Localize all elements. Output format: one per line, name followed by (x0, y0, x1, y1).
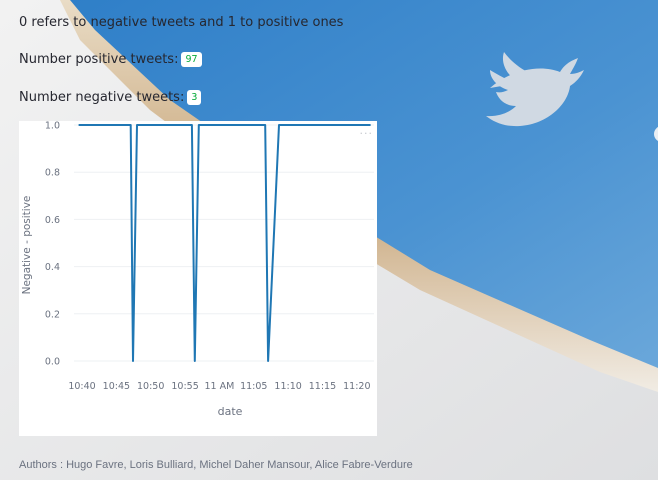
y-tick-label: 0.6 (45, 215, 60, 226)
negative-count-row: Number negative tweets: 3 (19, 90, 202, 105)
y-tick-label: 0.2 (45, 309, 60, 320)
y-tick-label: 0.8 (45, 168, 60, 179)
x-tick-label: 10:45 (103, 381, 130, 392)
negative-count-label: Number negative tweets: (19, 90, 185, 105)
sentiment-line-chart[interactable]: 0.0 0.2 0.4 0.6 0.8 1.0 10:40 10:45 10:50 10:55 11… (19, 121, 377, 436)
x-tick-label: 10:50 (137, 381, 164, 392)
x-tick-label: 11:10 (274, 381, 301, 392)
intro-text: 0 refers to negative tweets and 1 to pos… (19, 15, 344, 30)
negative-count-badge: 3 (187, 90, 202, 105)
positive-count-label: Number positive tweets: (19, 52, 179, 67)
x-tick-label: 10:55 (171, 381, 198, 392)
y-tick-label: 1.0 (45, 121, 60, 132)
x-tick-label: 11 AM (205, 381, 235, 392)
series-line (78, 124, 371, 362)
y-tick-label: 0.0 (45, 357, 60, 368)
ellipsis-icon[interactable]: ··· (360, 127, 374, 140)
x-tick-label: 11:15 (309, 381, 336, 392)
x-tick-label: 10:40 (68, 381, 95, 392)
authors-footer: Authors : Hugo Favre, Loris Bulliard, Mi… (19, 459, 413, 471)
x-axis-title: date (218, 405, 243, 418)
positive-count-badge: 97 (181, 52, 202, 67)
y-axis-title: Negative - positive (21, 196, 33, 295)
chart-canvas[interactable]: 0.0 0.2 0.4 0.6 0.8 1.0 10:40 10:45 10:50 10:55 11… (19, 121, 377, 436)
positive-count-row: Number positive tweets: 97 (19, 52, 202, 67)
x-tick-label: 11:05 (240, 381, 267, 392)
y-tick-label: 0.4 (45, 262, 60, 273)
x-tick-label: 11:20 (343, 381, 370, 392)
